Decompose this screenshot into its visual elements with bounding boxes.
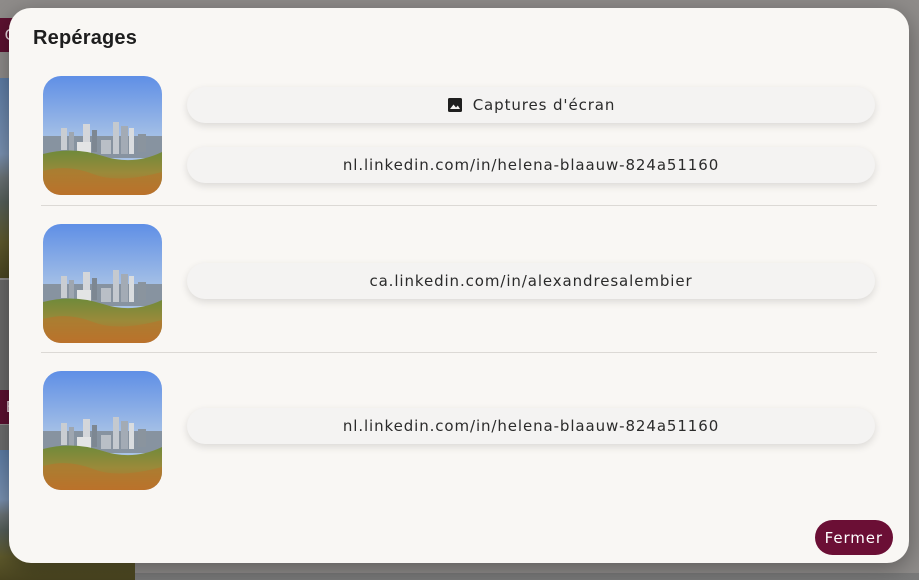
- profile-link-text: nl.linkedin.com/in/helena-blaauw-824a511…: [342, 156, 720, 174]
- close-button[interactable]: Fermer: [814, 520, 893, 555]
- location-thumbnail[interactable]: [43, 371, 162, 490]
- profile-link-button[interactable]: nl.linkedin.com/in/helena-blaauw-824a511…: [187, 147, 875, 183]
- profile-link-text: nl.linkedin.com/in/helena-blaauw-824a511…: [342, 417, 720, 435]
- city-skyline-photo: [43, 371, 162, 490]
- screenshots-button[interactable]: Captures d'écran: [187, 87, 875, 123]
- row-divider: [41, 205, 877, 206]
- dialog-title: Repérages: [33, 27, 138, 49]
- reperage-row: ca.linkedin.com/in/alexandresalembier: [41, 223, 877, 343]
- city-skyline-photo: [43, 224, 162, 343]
- reperages-dialog: Repérages Captures d'écran nl.linkedin.c…: [9, 8, 909, 563]
- reperage-row: nl.linkedin.com/in/helena-blaauw-824a511…: [41, 370, 877, 490]
- location-thumbnail[interactable]: [43, 224, 162, 343]
- reperage-row: Captures d'écran nl.linkedin.com/in/hele…: [41, 75, 877, 195]
- image-icon: [447, 97, 463, 113]
- location-thumbnail[interactable]: [43, 76, 162, 195]
- profile-link-button[interactable]: ca.linkedin.com/in/alexandresalembier: [187, 263, 875, 299]
- screenshots-label: Captures d'écran: [472, 96, 616, 114]
- profile-link-text: ca.linkedin.com/in/alexandresalembier: [369, 272, 693, 290]
- profile-link-button[interactable]: nl.linkedin.com/in/helena-blaauw-824a511…: [187, 408, 875, 444]
- row-divider: [41, 352, 877, 353]
- city-skyline-photo: [43, 76, 162, 195]
